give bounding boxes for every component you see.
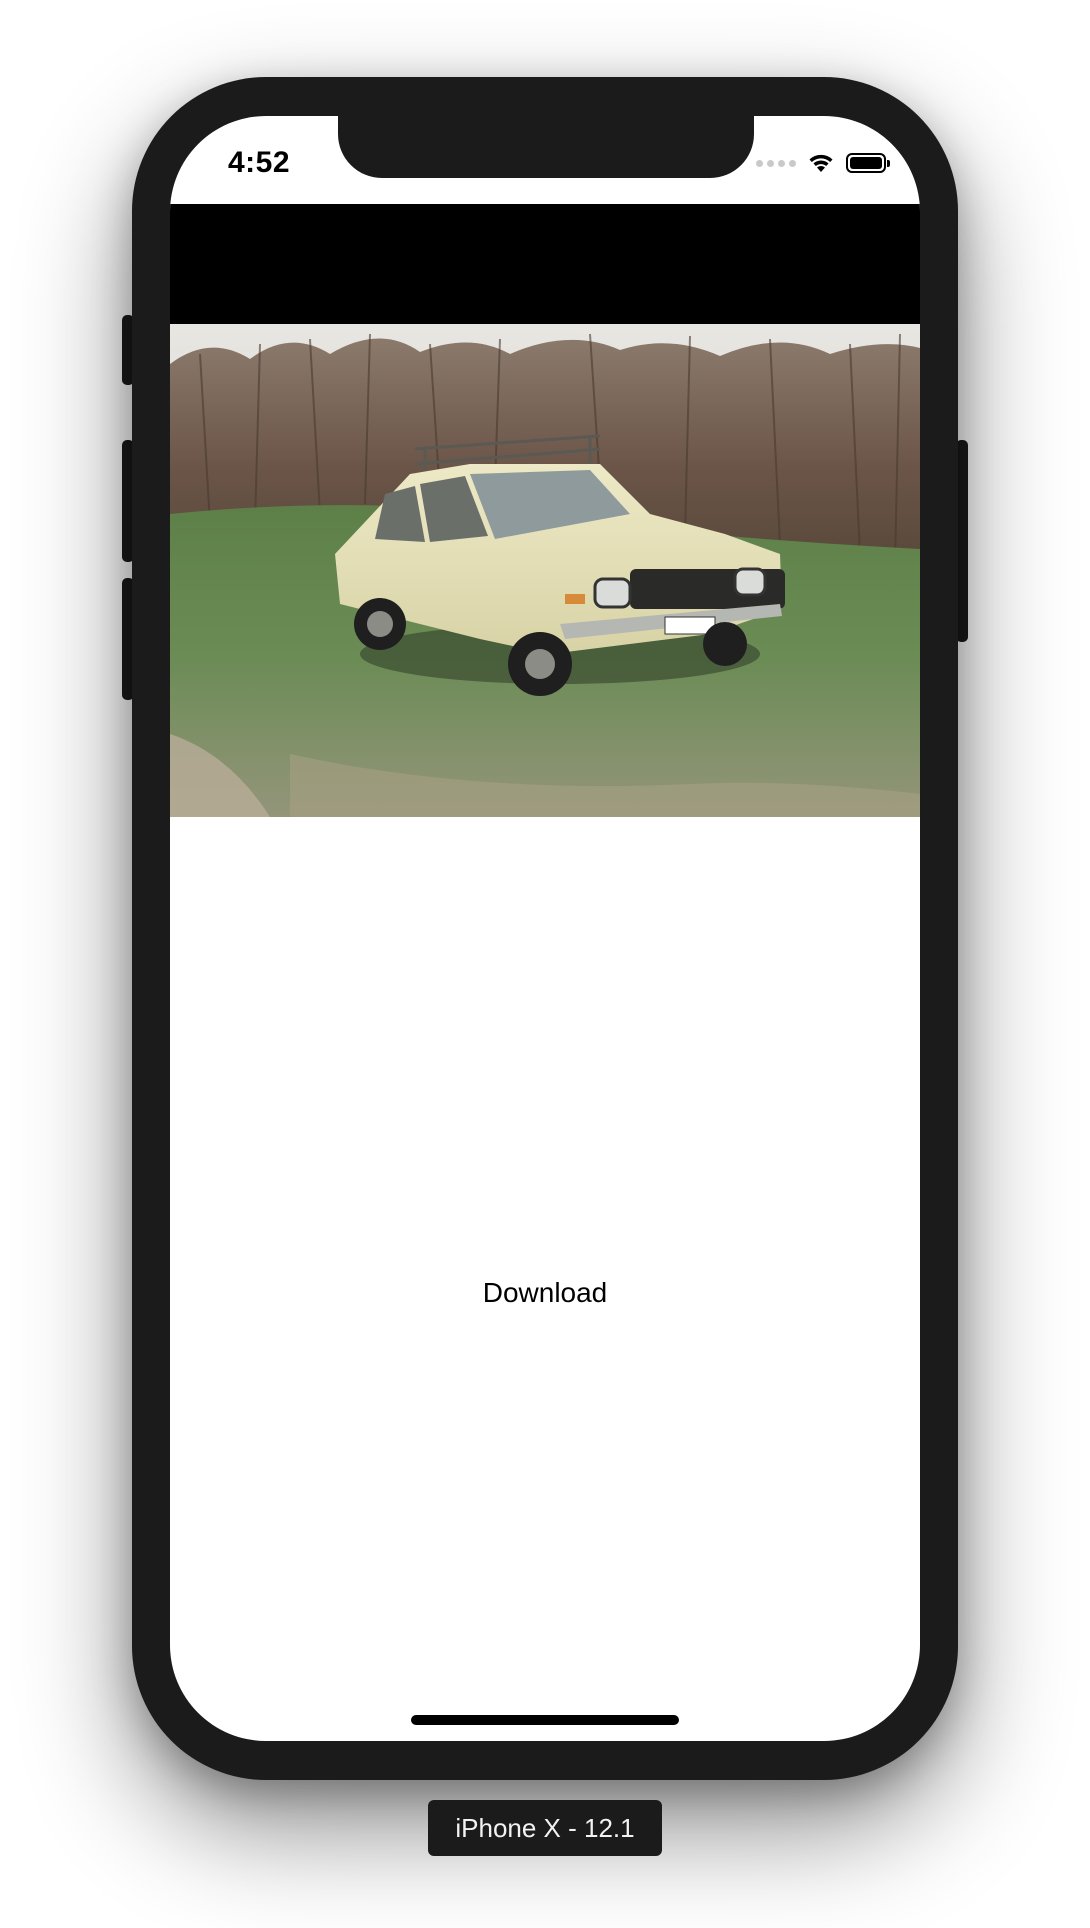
- car-photo: [170, 324, 920, 817]
- wifi-icon: [809, 154, 833, 172]
- device-screen: 4:52 Download: [170, 116, 920, 1741]
- battery-icon: [846, 153, 890, 173]
- signal-dots-icon: [756, 159, 796, 167]
- simulator-device-label: iPhone X - 12.1: [428, 1800, 662, 1856]
- device-notch: [338, 116, 754, 178]
- simulator-canvas: 4:52 Download iPhone X - 12.1: [0, 0, 1090, 1928]
- download-button[interactable]: Download: [420, 1268, 670, 1318]
- status-time: 4:52: [228, 146, 291, 179]
- status-icons: [756, 152, 890, 174]
- home-indicator[interactable]: [411, 1715, 679, 1725]
- media-player-view[interactable]: [170, 204, 920, 817]
